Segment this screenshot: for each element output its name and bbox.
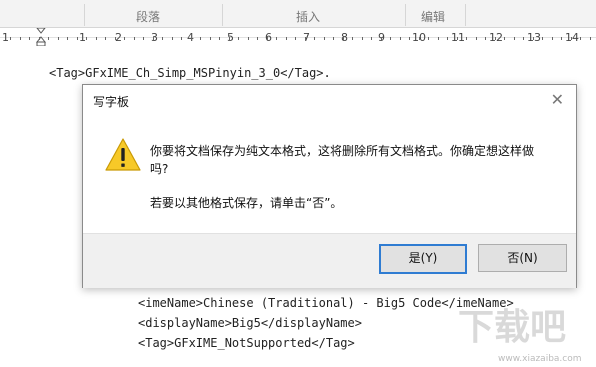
dialog-secondary-message: 若要以其他格式保存，请单击“否”。 (150, 196, 343, 210)
ruler-tick (200, 37, 201, 40)
ruler-tick (504, 37, 505, 40)
ruler-tick (276, 37, 277, 40)
ruler-tick (95, 37, 97, 40)
document-line[interactable]: <Tag>GFxIME_Ch_Simp_MSPinyin_3_0</Tag>. (49, 66, 331, 80)
ruler-tick (418, 37, 420, 40)
ruler-number: 12 (489, 31, 503, 44)
ruler[interactable]: 1 1 2 3 4 5 6 7 8 9 10 11 12 13 14 (0, 28, 596, 48)
ruler-tick (428, 37, 429, 40)
watermark-text: 下载吧 (458, 307, 566, 348)
ruler-tick (390, 37, 391, 40)
ruler-tick (456, 37, 458, 40)
ruler-tick (133, 37, 135, 40)
ribbon-group-insert: 插入 (296, 10, 321, 24)
no-button[interactable]: 否(N) (478, 244, 567, 272)
ruler-tick (266, 37, 268, 40)
dialog-title: 写字板 (93, 95, 130, 109)
watermark-logo: 下载吧 www.xiazaiba.com (458, 307, 582, 364)
document-line[interactable]: <Tag>GFxIME_NotSupported</Tag> (138, 336, 355, 350)
ribbon-group-edit: 编辑 (421, 10, 446, 24)
ruler-number: 13 (527, 31, 541, 44)
ruler-number: 11 (451, 31, 465, 44)
ruler-tick (437, 37, 439, 40)
ruler-tick (323, 37, 325, 40)
ruler-tick (143, 37, 144, 40)
ruler-tick (561, 37, 562, 40)
ruler-tick (466, 37, 467, 40)
ribbon-divider (84, 4, 85, 26)
ruler-tick (238, 37, 239, 40)
ribbon-divider (222, 4, 223, 26)
ruler-tick (124, 37, 125, 40)
watermark-url: www.xiazaiba.com (498, 354, 582, 364)
ruler-tick (247, 37, 249, 40)
ruler-tick (295, 37, 296, 40)
ruler-tick (523, 37, 524, 40)
ruler-tick (285, 37, 287, 40)
ruler-tick (257, 37, 258, 40)
ruler-number: 1 (79, 31, 86, 44)
ruler-tick (371, 37, 372, 40)
ruler-tick (380, 37, 382, 40)
ruler-tick (532, 37, 534, 40)
ribbon-divider (465, 4, 466, 26)
ruler-tick (219, 37, 220, 40)
ruler-tick (333, 37, 334, 40)
ruler-baseline (0, 37, 596, 38)
ruler-number: 9 (378, 31, 385, 44)
ruler-tick (485, 37, 486, 40)
ruler-tick (513, 37, 515, 40)
ruler-tick (105, 37, 106, 40)
ruler-tick (162, 37, 163, 40)
warning-icon (105, 138, 141, 171)
ribbon-group-paragraph: 段落 (136, 10, 161, 24)
ruler-tick (494, 37, 496, 40)
save-format-dialog: 写字板 ✕ 你要将文档保存为纯文本格式，这将删除所有文档格式。你确定想这样做 吗… (82, 84, 577, 288)
ruler-tick (19, 37, 21, 40)
dialog-message-line: 你要将文档保存为纯文本格式，这将删除所有文档格式。你确定想这样做 (150, 144, 535, 158)
ruler-tick (475, 37, 477, 40)
ruler-tick (447, 37, 448, 40)
ruler-tick (76, 37, 78, 40)
ruler-tick (580, 37, 581, 40)
ruler-tick (190, 37, 192, 40)
ruler-tick (570, 37, 572, 40)
ruler-tick (399, 37, 401, 40)
ribbon-bar: 段落 插入 编辑 (0, 0, 596, 28)
ruler-tick (10, 37, 11, 40)
dialog-message: 你要将文档保存为纯文本格式，这将删除所有文档格式。你确定想这样做 吗? (150, 142, 550, 178)
ruler-tick (551, 37, 553, 40)
ruler-tick (152, 37, 154, 40)
ruler-tick (181, 37, 182, 40)
ruler-tick (314, 37, 315, 40)
ruler-tick (589, 37, 591, 40)
ruler-number: 14 (565, 31, 579, 44)
ruler-number: 1 (2, 31, 9, 44)
ruler-tick (86, 37, 87, 40)
document-line[interactable]: <displayName>Big5</displayName> (138, 316, 362, 330)
ruler-tick (114, 37, 116, 40)
ruler-tick (48, 37, 49, 40)
ruler-tick (304, 37, 306, 40)
indent-marker-icon[interactable] (36, 28, 46, 46)
ruler-tick (38, 37, 40, 40)
dialog-titlebar[interactable]: 写字板 ✕ (83, 85, 576, 115)
dialog-message-line: 吗? (150, 162, 169, 176)
ruler-tick (228, 37, 230, 40)
ruler-tick (361, 37, 363, 40)
ruler-tick (352, 37, 353, 40)
ruler-tick (29, 37, 30, 40)
yes-button[interactable]: 是(Y) (379, 244, 467, 274)
ruler-tick (209, 37, 211, 40)
ruler-number: 2 (115, 31, 122, 44)
close-icon[interactable]: ✕ (551, 90, 564, 109)
ruler-tick (67, 37, 68, 40)
ruler-tick (542, 37, 543, 40)
ruler-tick (57, 37, 59, 40)
ribbon-divider (405, 4, 406, 26)
ruler-tick (409, 37, 410, 40)
ruler-tick (342, 37, 344, 40)
ruler-tick (171, 37, 173, 40)
